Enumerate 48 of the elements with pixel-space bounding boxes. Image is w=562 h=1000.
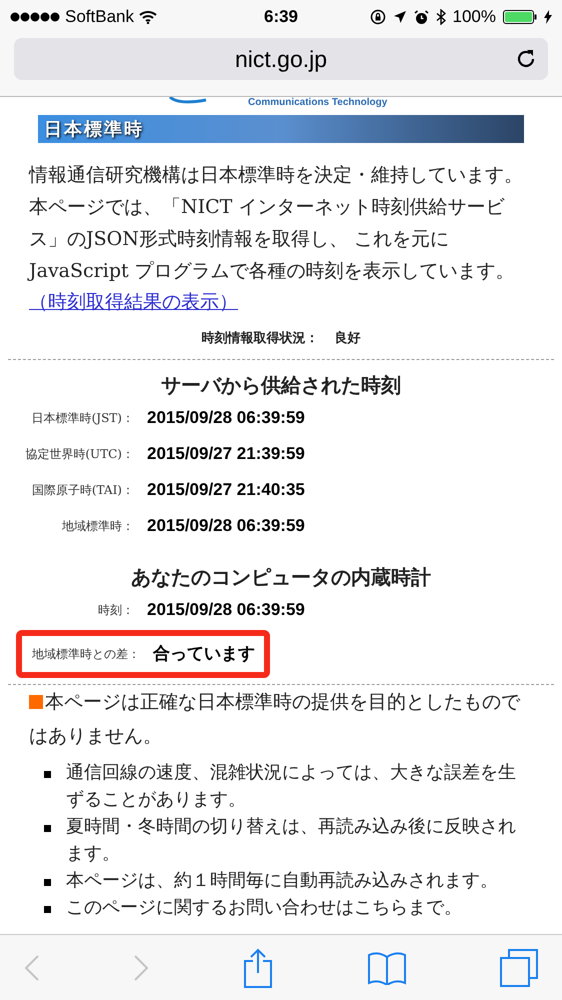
bullet-icon (44, 878, 51, 886)
location-arrow-icon (392, 10, 407, 24)
bookmarks-book-icon[interactable] (367, 950, 407, 984)
signal-strength-icon (10, 12, 60, 22)
bullet-icon (44, 906, 51, 912)
charging-bolt-icon (544, 10, 552, 24)
bullet-icon (44, 770, 51, 778)
section-heading: あなたのコンピュータの内蔵時計 (130, 564, 432, 590)
alarm-clock-icon (414, 10, 429, 24)
time-label: 日本標準時(JST)： (30, 410, 134, 426)
status-value: 良好 (334, 330, 360, 348)
time-label: 地域標準時との差： (31, 646, 140, 662)
time-value: 2015/09/28 06:39:59 (147, 514, 305, 537)
time-label: 協定世界時(UTC)： (24, 446, 134, 462)
bullet-text: 夏時間・冬時間の切り替えは、再読み込み後に反映されます。 (66, 814, 517, 866)
time-value: 2015/09/27 21:39:59 (147, 442, 305, 465)
time-label: 地域標準時： (61, 518, 134, 534)
time-value: 2015/09/27 21:40:35 (147, 478, 305, 501)
url-text: nict.go.jp (234, 44, 328, 74)
logo-text: Communications Technology (248, 97, 388, 110)
result-link[interactable]: （時刻取得結果の表示） (29, 291, 238, 313)
share-icon[interactable] (242, 948, 274, 988)
address-bar[interactable]: nict.go.jp (14, 38, 548, 80)
intro-paragraph: 情報通信研究機構は日本標準時を決定・維持しています。本ページでは、「NICT インターネット時刻供給サービス」のJSON形式時刻情報を取得し、 これを元に JavaScript プログラムで各種の時刻を表示しています。 (29, 163, 524, 284)
bluetooth-icon (436, 9, 446, 25)
time-value: 2015/09/28 06:39:59 (147, 406, 305, 429)
battery-percent: 100% (452, 6, 496, 28)
section-heading: サーバから供給された時刻 (160, 372, 402, 398)
status-label: 時刻情報取得状況： (202, 330, 318, 348)
time-label: 国際原子時(TAI)： (30, 482, 134, 498)
wifi-icon (139, 10, 157, 24)
time-value: 2015/09/28 06:39:59 (147, 598, 305, 621)
battery-icon (503, 10, 537, 24)
bullet-text: 通信回線の速度、混雑状況によっては、大きな誤差を生ずることがあります。 (66, 760, 517, 812)
bullet-icon (44, 824, 51, 832)
reload-icon[interactable] (515, 48, 537, 70)
bullet-text: 本ページは、約１時間毎に自動再読み込みされます。 (66, 868, 498, 892)
notice-paragraph: 本ページは正確な日本標準時の提供を目的としたものではありません。 (29, 690, 522, 748)
bullet-text: このページに関するお問い合わせはこちらまで。 (66, 896, 462, 920)
banner-title: 日本標準時 (44, 118, 144, 142)
time-value: 合っています (153, 642, 255, 665)
tabs-icon[interactable] (500, 948, 538, 986)
time-label: 時刻： (97, 602, 134, 618)
clock-time: 6:39 (262, 6, 300, 28)
carrier-name: SoftBank (65, 6, 134, 28)
logo-swoosh-drawing (168, 97, 208, 105)
square-icon (29, 694, 43, 708)
rotation-lock-icon (370, 9, 386, 25)
